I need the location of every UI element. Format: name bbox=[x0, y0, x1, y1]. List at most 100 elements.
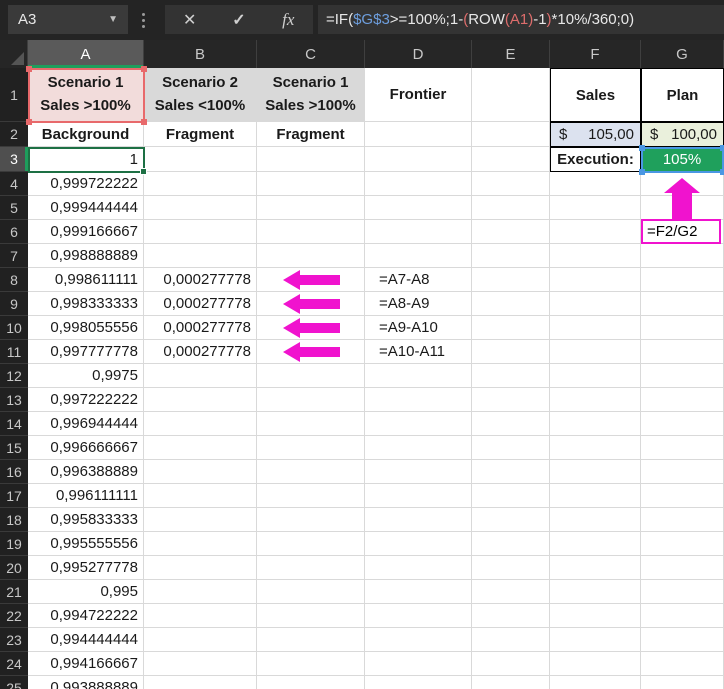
cell-F19[interactable] bbox=[550, 532, 641, 556]
cell-D18[interactable] bbox=[365, 508, 472, 532]
cell-D4[interactable] bbox=[365, 172, 472, 196]
cell-A24[interactable]: 0,994166667 bbox=[28, 652, 144, 676]
cell-A1[interactable]: Scenario 1Sales >100% bbox=[28, 68, 144, 122]
cell-F17[interactable] bbox=[550, 484, 641, 508]
cell-F21[interactable] bbox=[550, 580, 641, 604]
cell-D24[interactable] bbox=[365, 652, 472, 676]
row-header-2[interactable]: 2 bbox=[0, 122, 28, 147]
cell-E8[interactable] bbox=[472, 268, 550, 292]
cell-E16[interactable] bbox=[472, 460, 550, 484]
cell-D5[interactable] bbox=[365, 196, 472, 220]
cell-D2[interactable] bbox=[365, 122, 472, 147]
cell-B23[interactable] bbox=[144, 628, 257, 652]
chevron-down-icon[interactable]: ▼ bbox=[108, 14, 118, 25]
cell-A9[interactable]: 0,998333333 bbox=[28, 292, 144, 316]
cell-G25[interactable] bbox=[641, 676, 724, 689]
column-header-G[interactable]: G bbox=[641, 40, 724, 68]
cell-D1[interactable]: Frontier bbox=[365, 68, 472, 122]
cell-B11[interactable]: 0,000277778 bbox=[144, 340, 257, 364]
cell-B18[interactable] bbox=[144, 508, 257, 532]
cell-A25[interactable]: 0,993888889 bbox=[28, 676, 144, 689]
cell-D21[interactable] bbox=[365, 580, 472, 604]
cell-B16[interactable] bbox=[144, 460, 257, 484]
cell-F13[interactable] bbox=[550, 388, 641, 412]
row-header-16[interactable]: 16 bbox=[0, 460, 28, 484]
cell-C4[interactable] bbox=[257, 172, 365, 196]
cell-F15[interactable] bbox=[550, 436, 641, 460]
cell-D23[interactable] bbox=[365, 628, 472, 652]
cell-A4[interactable]: 0,999722222 bbox=[28, 172, 144, 196]
cell-A13[interactable]: 0,997222222 bbox=[28, 388, 144, 412]
cell-B25[interactable] bbox=[144, 676, 257, 689]
row-header-1[interactable]: 1 bbox=[0, 68, 28, 122]
insert-function-icon[interactable]: fx bbox=[270, 10, 306, 30]
cell-C3[interactable] bbox=[257, 147, 365, 172]
cell-G13[interactable] bbox=[641, 388, 724, 412]
cell-D13[interactable] bbox=[365, 388, 472, 412]
cell-A3[interactable]: 1 bbox=[28, 147, 144, 172]
column-header-E[interactable]: E bbox=[472, 40, 550, 68]
cell-F3[interactable]: Execution: bbox=[550, 147, 641, 172]
cell-G24[interactable] bbox=[641, 652, 724, 676]
cell-C21[interactable] bbox=[257, 580, 365, 604]
cell-G15[interactable] bbox=[641, 436, 724, 460]
cell-F23[interactable] bbox=[550, 628, 641, 652]
column-header-D[interactable]: D bbox=[365, 40, 472, 68]
row-header-14[interactable]: 14 bbox=[0, 412, 28, 436]
cell-G6[interactable] bbox=[641, 220, 724, 244]
cell-C13[interactable] bbox=[257, 388, 365, 412]
cell-C22[interactable] bbox=[257, 604, 365, 628]
cell-F1[interactable]: Sales bbox=[550, 68, 641, 122]
cell-B20[interactable] bbox=[144, 556, 257, 580]
row-header-24[interactable]: 24 bbox=[0, 652, 28, 676]
cell-B1[interactable]: Scenario 2Sales <100% bbox=[144, 68, 257, 122]
cell-C7[interactable] bbox=[257, 244, 365, 268]
cell-E13[interactable] bbox=[472, 388, 550, 412]
cell-G17[interactable] bbox=[641, 484, 724, 508]
cell-E10[interactable] bbox=[472, 316, 550, 340]
cell-A11[interactable]: 0,997777778 bbox=[28, 340, 144, 364]
cell-F8[interactable] bbox=[550, 268, 641, 292]
cell-C16[interactable] bbox=[257, 460, 365, 484]
cell-A18[interactable]: 0,995833333 bbox=[28, 508, 144, 532]
cell-B14[interactable] bbox=[144, 412, 257, 436]
cell-B4[interactable] bbox=[144, 172, 257, 196]
row-header-9[interactable]: 9 bbox=[0, 292, 28, 316]
column-header-A[interactable]: A bbox=[28, 40, 144, 68]
cell-D3[interactable] bbox=[365, 147, 472, 172]
cell-B17[interactable] bbox=[144, 484, 257, 508]
cell-G14[interactable] bbox=[641, 412, 724, 436]
cell-G23[interactable] bbox=[641, 628, 724, 652]
enter-icon[interactable]: ✓ bbox=[221, 10, 257, 30]
cell-B12[interactable] bbox=[144, 364, 257, 388]
cell-D20[interactable] bbox=[365, 556, 472, 580]
cell-C8[interactable] bbox=[257, 268, 365, 292]
cell-E3[interactable] bbox=[472, 147, 550, 172]
row-header-18[interactable]: 18 bbox=[0, 508, 28, 532]
cell-A23[interactable]: 0,994444444 bbox=[28, 628, 144, 652]
cell-E24[interactable] bbox=[472, 652, 550, 676]
row-header-22[interactable]: 22 bbox=[0, 604, 28, 628]
cell-G5[interactable] bbox=[641, 196, 724, 220]
cell-G21[interactable] bbox=[641, 580, 724, 604]
cell-D11[interactable]: =A10-A11 bbox=[365, 340, 472, 364]
cell-E7[interactable] bbox=[472, 244, 550, 268]
cell-B13[interactable] bbox=[144, 388, 257, 412]
cell-E1[interactable] bbox=[472, 68, 550, 122]
column-header-C[interactable]: C bbox=[257, 40, 365, 68]
cell-F10[interactable] bbox=[550, 316, 641, 340]
cell-C12[interactable] bbox=[257, 364, 365, 388]
cell-A6[interactable]: 0,999166667 bbox=[28, 220, 144, 244]
cell-A17[interactable]: 0,996111111 bbox=[28, 484, 144, 508]
row-header-7[interactable]: 7 bbox=[0, 244, 28, 268]
cell-A16[interactable]: 0,996388889 bbox=[28, 460, 144, 484]
cell-B8[interactable]: 0,000277778 bbox=[144, 268, 257, 292]
row-header-17[interactable]: 17 bbox=[0, 484, 28, 508]
cell-C5[interactable] bbox=[257, 196, 365, 220]
cell-C19[interactable] bbox=[257, 532, 365, 556]
cell-F25[interactable] bbox=[550, 676, 641, 689]
cell-C18[interactable] bbox=[257, 508, 365, 532]
cell-D17[interactable] bbox=[365, 484, 472, 508]
cell-F24[interactable] bbox=[550, 652, 641, 676]
cell-D12[interactable] bbox=[365, 364, 472, 388]
